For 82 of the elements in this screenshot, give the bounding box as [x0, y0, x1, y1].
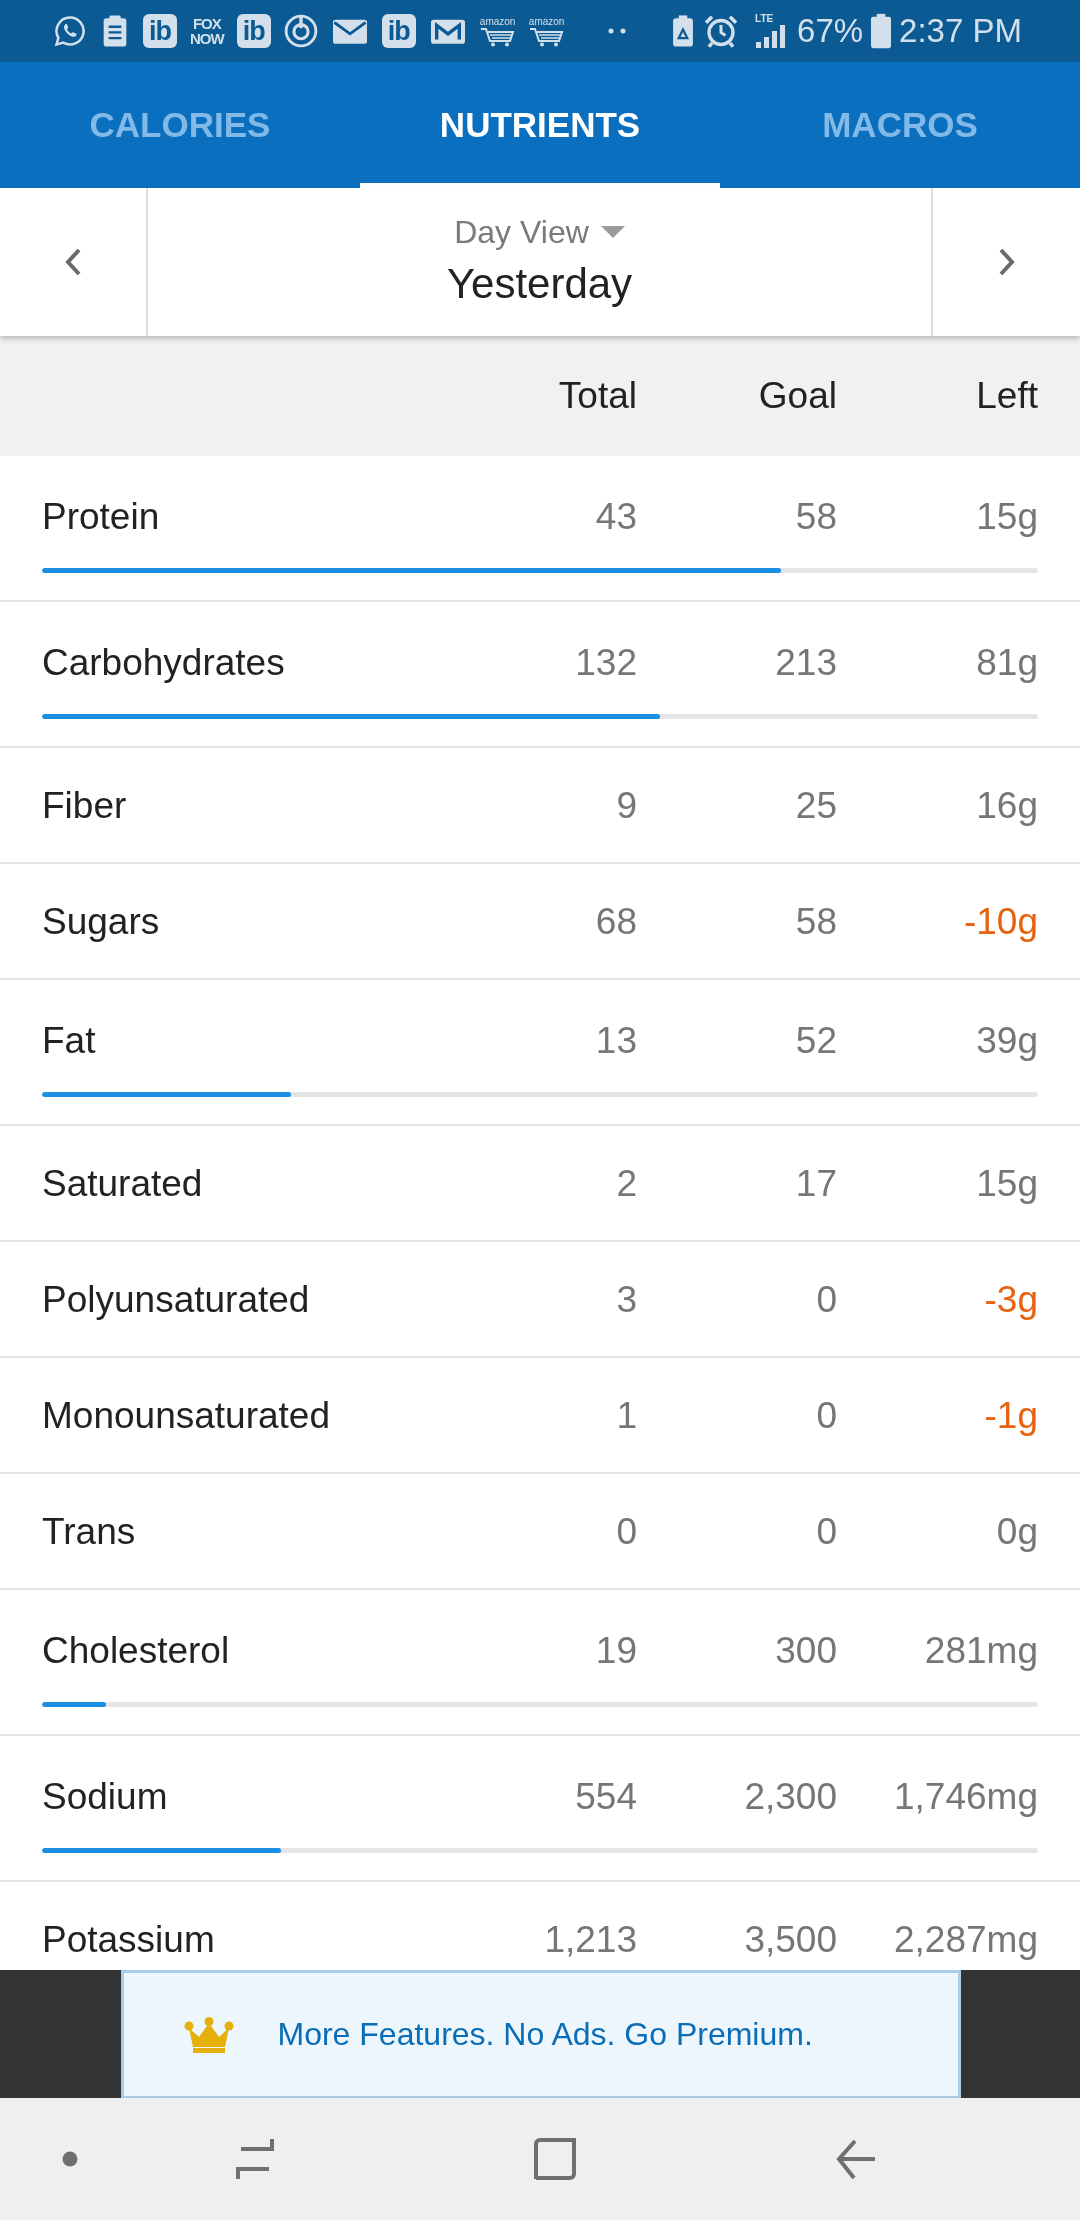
nutrient-name: Trans	[42, 1510, 137, 1554]
back-arrow-icon	[835, 2137, 877, 2181]
left-value: 0g	[995, 1510, 1038, 1554]
total-value: 3	[615, 1278, 637, 1322]
battery-recycle-icon	[671, 14, 696, 48]
total-value: 9	[615, 784, 637, 828]
app-logo-badge: ib	[143, 14, 177, 48]
chevron-right-icon	[997, 247, 1016, 277]
total-value: 0	[615, 1510, 637, 1554]
goal-value: 2,300	[743, 1775, 837, 1819]
goal-value: 0	[815, 1510, 837, 1554]
nutrient-name: Carbohydrates	[42, 641, 286, 685]
nutrient-name: Sodium	[42, 1775, 169, 1819]
left-value: 15g	[975, 495, 1038, 539]
recent-apps-button[interactable]	[234, 2137, 276, 2181]
total-value: 2	[615, 1162, 637, 1206]
back-button[interactable]	[835, 2137, 877, 2181]
total-value: 1,213	[543, 1918, 637, 1962]
left-value: -1g	[983, 1394, 1038, 1438]
left-value: 15g	[975, 1162, 1038, 1206]
goal-value: 300	[774, 1629, 837, 1673]
goal-value: 0	[815, 1278, 837, 1322]
total-value: 132	[574, 641, 637, 685]
left-value: 1,746mg	[893, 1775, 1038, 1819]
total-value: 1	[615, 1394, 637, 1438]
total-value: 554	[574, 1775, 637, 1819]
dot-icon	[62, 2151, 78, 2167]
shopping-cart-icon	[528, 26, 565, 47]
goal-value: 0	[815, 1394, 837, 1438]
nutrient-name: Polyunsaturated	[42, 1278, 311, 1322]
nutrient-name: Monounsaturated	[42, 1394, 331, 1438]
store-label: amazon	[479, 15, 516, 27]
app-logo-badge: ib	[381, 14, 416, 48]
goal-value: 58	[794, 495, 837, 539]
goal-value: 213	[774, 641, 837, 685]
power-icon	[283, 14, 318, 48]
recent-apps-icon	[234, 2137, 276, 2181]
column-header: Goal	[757, 375, 837, 417]
left-value: 39g	[975, 1019, 1038, 1063]
column-header: Left	[975, 375, 1038, 417]
view-dropdown[interactable]: Day View	[454, 212, 625, 252]
nutrient-name: Cholesterol	[42, 1629, 231, 1673]
home-button[interactable]	[533, 2137, 577, 2181]
nutrient-name: Fat	[42, 1019, 97, 1063]
total-value: 19	[594, 1629, 637, 1673]
goal-value: 25	[794, 784, 837, 828]
nutrient-name: Sugars	[42, 900, 161, 944]
chat-bubble-icon	[53, 14, 87, 48]
left-value: 81g	[975, 641, 1038, 685]
shopping-cart-icon	[479, 26, 516, 47]
crown-icon	[183, 2016, 234, 2053]
dot-button[interactable]	[62, 2151, 78, 2167]
goal-value: 58	[794, 900, 837, 944]
goal-value: 17	[794, 1162, 837, 1206]
premium-banner[interactable]: More Features. No Ads. Go Premium.	[120, 1970, 961, 2098]
network-type-label: LTE	[755, 14, 774, 24]
caret-down-icon	[600, 226, 625, 238]
left-value: -3g	[983, 1278, 1038, 1322]
left-value: -10g	[962, 900, 1038, 944]
nutrient-name: Fiber	[42, 784, 128, 828]
column-header: Total	[557, 375, 637, 417]
selected-date: Yesterday	[446, 260, 633, 308]
more-dots-icon	[607, 28, 626, 34]
goal-value: 3,500	[743, 1918, 837, 1962]
battery-icon	[871, 13, 892, 49]
nutrient-name: Saturated	[42, 1162, 204, 1206]
left-value: 2,287mg	[893, 1918, 1038, 1962]
alarm-clock-icon	[703, 13, 740, 49]
left-value: 16g	[975, 784, 1038, 828]
battery-percent: 67%	[797, 12, 864, 50]
nutrient-name: Potassium	[42, 1918, 216, 1962]
total-value: 43	[594, 495, 637, 539]
total-value: 68	[594, 900, 637, 944]
total-value: 13	[594, 1019, 637, 1063]
store-label: amazon	[528, 15, 565, 27]
chevron-left-icon	[64, 247, 82, 277]
app-wordmark: FOX NOW	[190, 16, 224, 46]
clock-time: 2:37 PM	[899, 12, 1022, 50]
nutrient-name: Protein	[42, 495, 161, 539]
goal-value: 52	[794, 1019, 837, 1063]
left-value: 281mg	[923, 1629, 1038, 1673]
app-logo-badge: ib	[236, 14, 271, 48]
